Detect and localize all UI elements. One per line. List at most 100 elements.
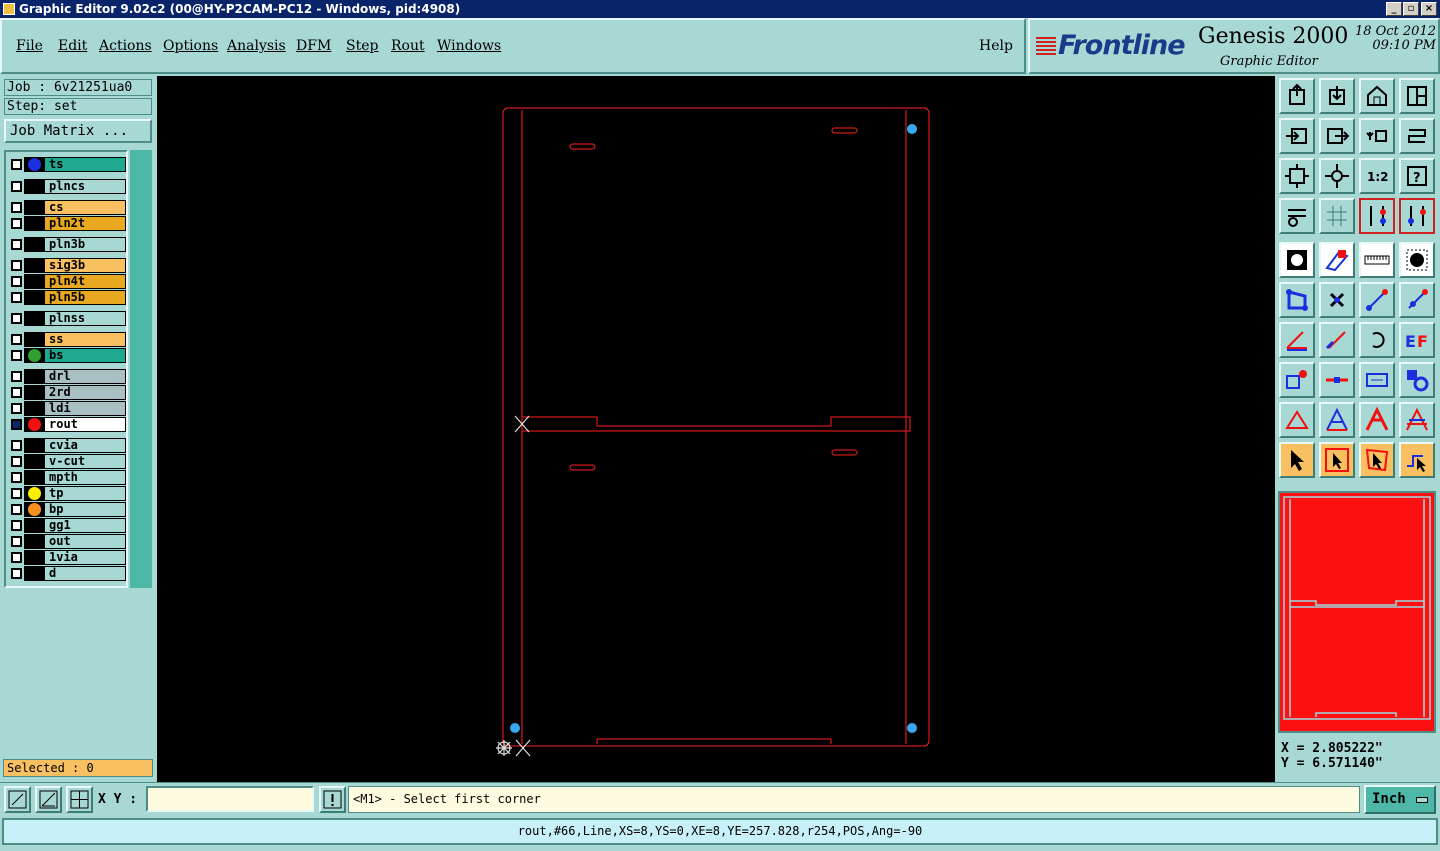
snap-alt-icon[interactable] <box>1399 198 1435 234</box>
save-job-icon[interactable] <box>1319 78 1355 114</box>
layer-name[interactable]: cs <box>44 200 126 215</box>
layer-checkbox[interactable] <box>11 456 22 467</box>
layer-row-rout[interactable]: rout <box>8 417 126 432</box>
layer-row-ldi[interactable]: ldi <box>8 401 126 416</box>
menu-actions[interactable]: Actions <box>99 38 152 54</box>
window-split-icon[interactable] <box>1399 78 1435 114</box>
layer-row-gg1[interactable]: gg1 <box>8 518 126 533</box>
menu-step[interactable]: Step <box>346 38 378 54</box>
layer-row-sig3b[interactable]: sig3b <box>8 258 126 273</box>
layer-checkbox[interactable] <box>11 504 22 515</box>
snap-icon[interactable] <box>1359 198 1395 234</box>
layer-checkbox[interactable] <box>11 419 22 430</box>
line-add-icon[interactable] <box>1319 362 1355 398</box>
delete-icon[interactable] <box>1319 282 1355 318</box>
angle-icon[interactable] <box>1279 322 1315 358</box>
export-icon[interactable] <box>1319 118 1355 154</box>
layer-checkbox[interactable] <box>11 488 22 499</box>
layer-name[interactable]: d <box>44 566 126 581</box>
select-box-icon[interactable] <box>1319 442 1355 478</box>
mirror-icon[interactable]: EF <box>1399 322 1435 358</box>
layer-name[interactable]: plnss <box>44 311 126 326</box>
layer-row-bp[interactable]: bp <box>8 502 126 517</box>
layer-checkbox[interactable] <box>11 472 22 483</box>
layer-name[interactable]: ldi <box>44 401 126 416</box>
move-icon[interactable] <box>1359 282 1395 318</box>
layer-checkbox[interactable] <box>11 520 22 531</box>
layer-name[interactable]: 1via <box>44 550 126 565</box>
line-feature-icon[interactable] <box>1319 242 1355 278</box>
layer-row-pln3b[interactable]: pln3b <box>8 237 126 252</box>
menu-windows[interactable]: Windows <box>437 38 501 54</box>
grid-icon[interactable] <box>1319 198 1355 234</box>
minimize-button[interactable]: _ <box>1386 2 1402 16</box>
layer-name[interactable]: gg1 <box>44 518 126 533</box>
zoom-ratio-icon[interactable]: 1:2 <box>1359 158 1395 194</box>
arc-icon[interactable] <box>1359 322 1395 358</box>
layer-row-plnss[interactable]: plnss <box>8 311 126 326</box>
layer-row-mpth[interactable]: mpth <box>8 470 126 485</box>
menu-rout[interactable]: Rout <box>391 38 425 54</box>
layer-name[interactable]: pln3b <box>44 237 126 252</box>
layer-checkbox[interactable] <box>11 371 22 382</box>
help-query-icon[interactable]: ? <box>1399 158 1435 194</box>
layer-checkbox[interactable] <box>11 260 22 271</box>
layer-name[interactable]: bs <box>44 348 126 363</box>
layer-name[interactable]: v-cut <box>44 454 126 469</box>
layer-name[interactable]: tp <box>44 486 126 501</box>
cross-tool-icon[interactable] <box>1399 402 1435 438</box>
select-arrow-icon[interactable] <box>1279 442 1315 478</box>
layer-name[interactable]: ss <box>44 332 126 347</box>
home-icon[interactable] <box>1359 78 1395 114</box>
layer-checkbox[interactable] <box>11 181 22 192</box>
alert-icon[interactable] <box>319 786 346 813</box>
unit-selector[interactable]: Inch <box>1364 785 1436 814</box>
menu-options[interactable]: Options <box>163 38 218 54</box>
layer-row-out[interactable]: out <box>8 534 126 549</box>
layer-row-pln5b[interactable]: pln5b <box>8 290 126 305</box>
layer-name[interactable]: bp <box>44 502 126 517</box>
close-button[interactable]: × <box>1421 2 1437 16</box>
layer-name[interactable]: plncs <box>44 179 126 194</box>
layer-name[interactable]: pln4t <box>44 274 126 289</box>
layer-row-v-cut[interactable]: v-cut <box>8 454 126 469</box>
layer-checkbox[interactable] <box>11 440 22 451</box>
layer-name[interactable]: 2rd <box>44 385 126 400</box>
layer-name[interactable]: ts <box>44 157 126 172</box>
job-matrix-button[interactable]: Job Matrix ... <box>4 119 152 143</box>
pyramid-tool-icon[interactable] <box>1319 402 1355 438</box>
layer-row-bs[interactable]: bs <box>8 348 126 363</box>
layer-row-pln4t[interactable]: pln4t <box>8 274 126 289</box>
layer-name[interactable]: pln5b <box>44 290 126 305</box>
layer-checkbox[interactable] <box>11 313 22 324</box>
layer-name[interactable]: mpth <box>44 470 126 485</box>
fill-icon[interactable] <box>1399 242 1435 278</box>
layer-checkbox[interactable] <box>11 552 22 563</box>
zoom-fit-icon[interactable] <box>1279 158 1315 194</box>
layer-row-ss[interactable]: ss <box>8 332 126 347</box>
layer-row-tp[interactable]: tp <box>8 486 126 501</box>
layer-checkbox[interactable] <box>11 568 22 579</box>
layer-checkbox[interactable] <box>11 387 22 398</box>
layer-checkbox[interactable] <box>11 292 22 303</box>
layer-checkbox[interactable] <box>11 276 22 287</box>
layer-row-d[interactable]: d <box>8 566 126 581</box>
undo-icon[interactable] <box>1359 118 1395 154</box>
layer-row-ts[interactable]: ts <box>8 157 126 172</box>
overview-preview[interactable] <box>1278 491 1436 733</box>
select-poly-icon[interactable] <box>1359 442 1395 478</box>
dimension-icon[interactable] <box>1359 362 1395 398</box>
measure-icon[interactable] <box>1359 242 1395 278</box>
menu-file[interactable]: File <box>16 38 43 54</box>
graphic-canvas[interactable] <box>157 76 1275 782</box>
menu-help[interactable]: Help <box>979 38 1013 54</box>
maximize-button[interactable]: ▫ <box>1403 2 1419 16</box>
layer-checkbox[interactable] <box>11 202 22 213</box>
copy-icon[interactable] <box>1399 282 1435 318</box>
layer-checkbox[interactable] <box>11 334 22 345</box>
layer-checkbox[interactable] <box>11 159 22 170</box>
layer-row-2rd[interactable]: 2rd <box>8 385 126 400</box>
layer-row-1via[interactable]: 1via <box>8 550 126 565</box>
pad-add-icon[interactable] <box>1279 362 1315 398</box>
layer-name[interactable]: pln2t <box>44 216 126 231</box>
